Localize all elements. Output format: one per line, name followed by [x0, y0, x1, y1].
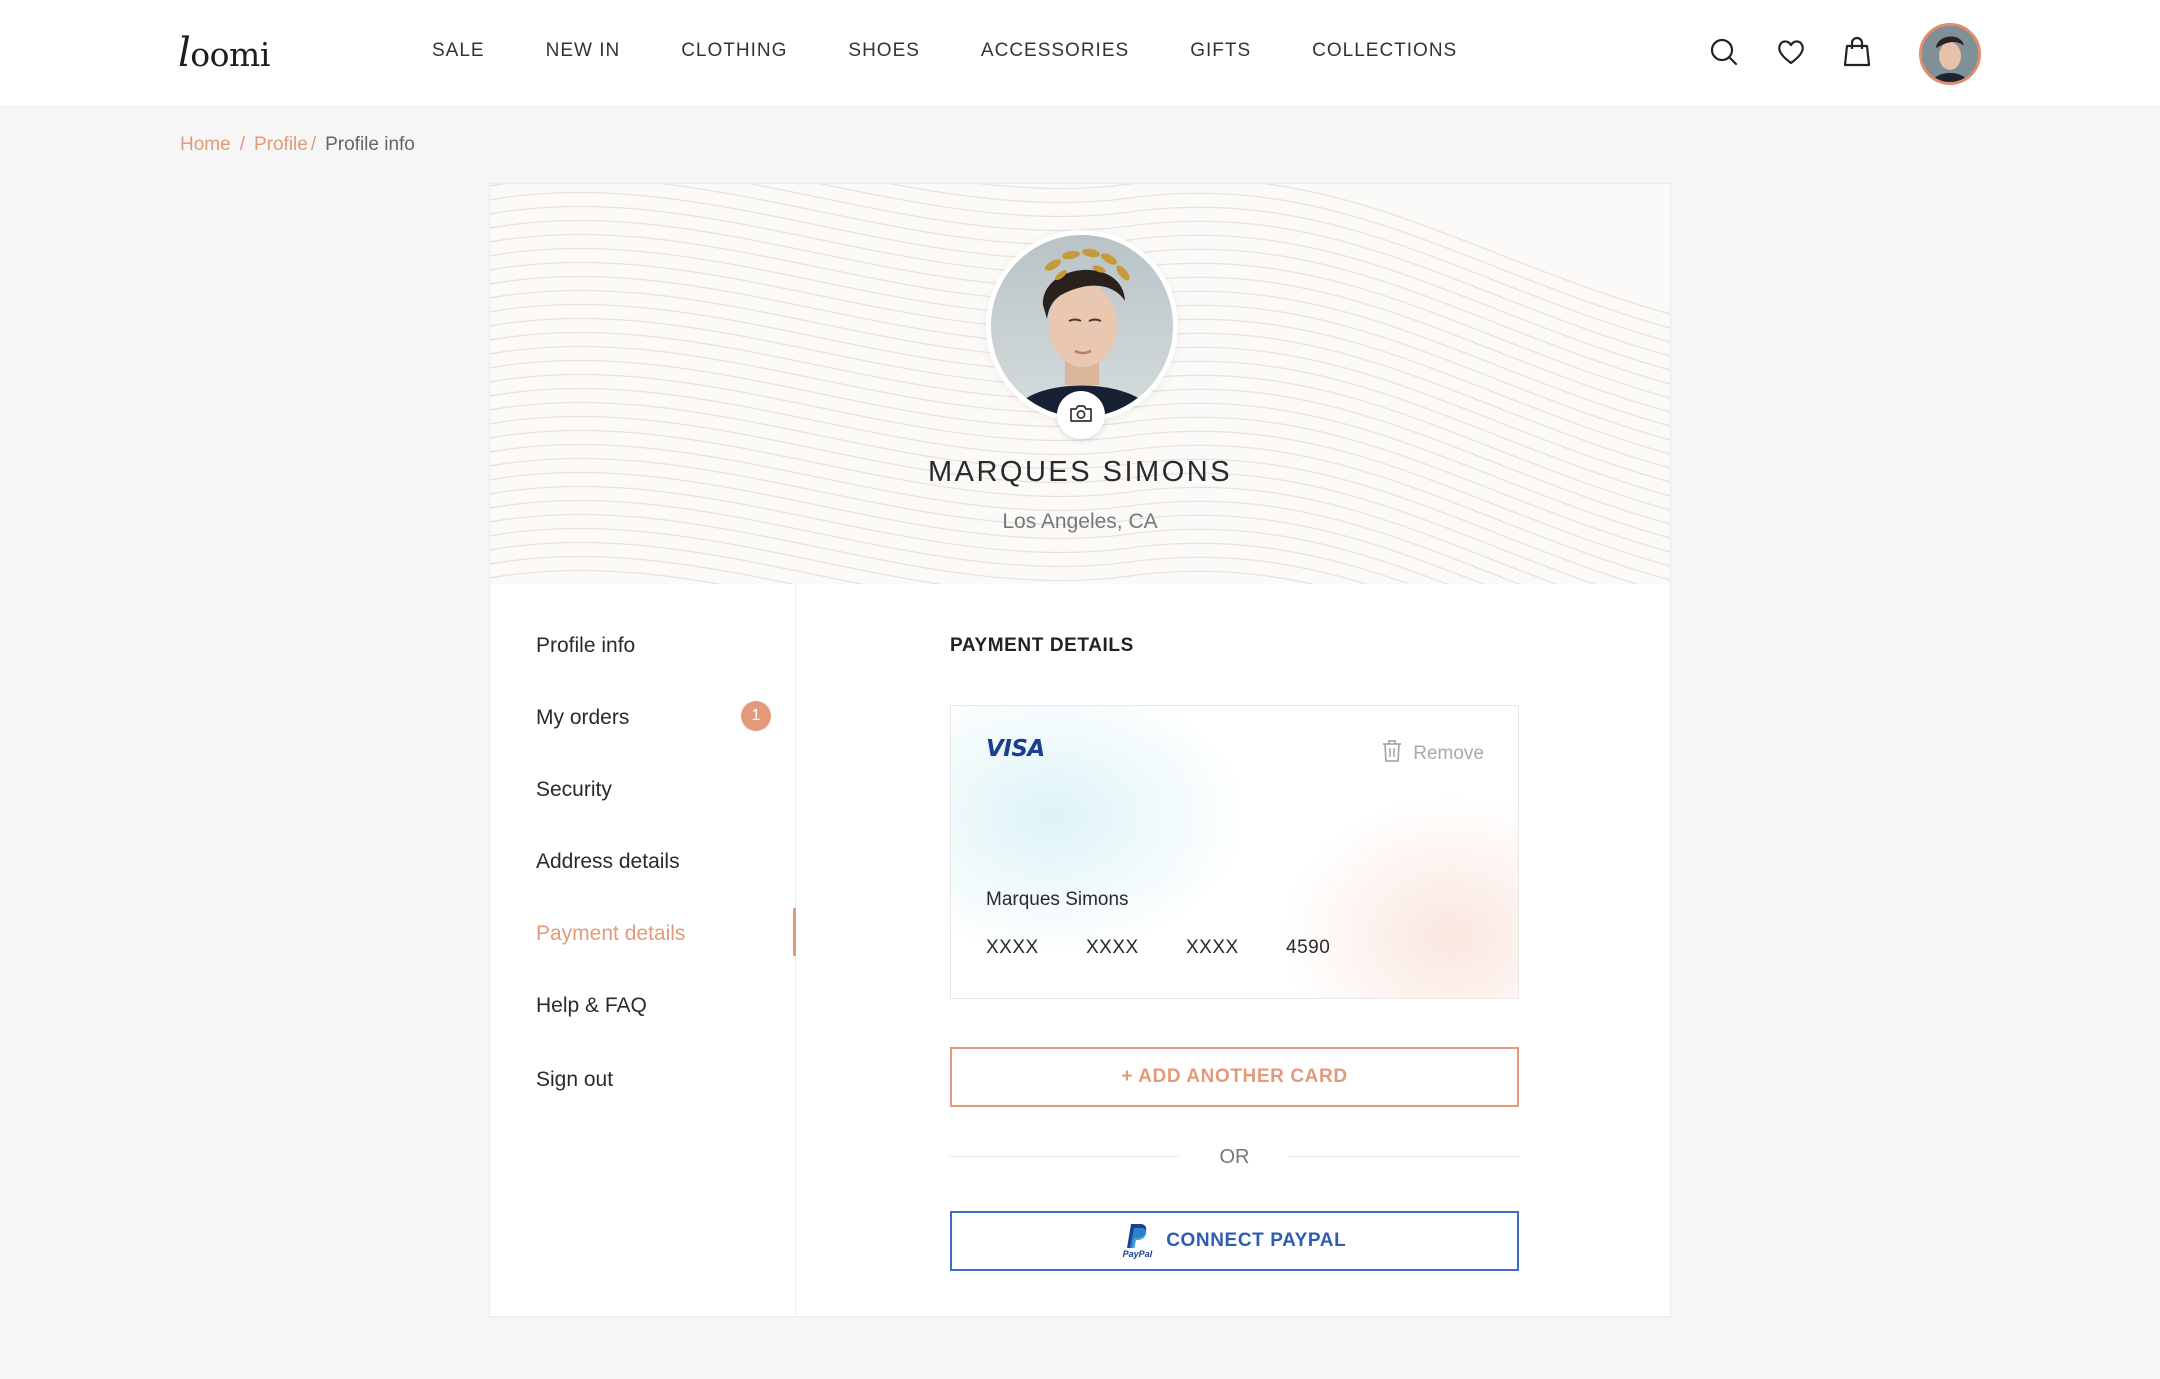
top-header: loomi SALE NEW IN CLOTHING SHOES ACCESSO… [0, 0, 2160, 105]
user-avatar[interactable] [1919, 23, 1981, 85]
wave-line [490, 485, 1411, 584]
trash-icon [1381, 739, 1413, 769]
logo-rest: oomi [190, 35, 270, 74]
divider-right [1288, 1156, 1519, 1157]
bag-icon[interactable] [1842, 35, 1872, 67]
sidebar-item-sign-out[interactable]: Sign out [536, 1068, 613, 1092]
wave-line [490, 415, 1596, 584]
sidebar-item-help-faq[interactable]: Help & FAQ [536, 994, 647, 1018]
profile-card: MARQUES SIMONS Los Angeles, CA Profile i… [489, 183, 1671, 1317]
card-number-last4: 4590 [1286, 937, 1331, 958]
nav-item-new-in[interactable]: NEW IN [546, 40, 621, 62]
orders-count-badge: 1 [741, 701, 771, 731]
visa-logo: VISA [986, 736, 1045, 762]
profile-sidebar: Profile info My orders 1 Security Addres… [490, 584, 796, 1316]
wave-line [490, 569, 723, 584]
saved-card: VISA Remove Marques Simons XXXX XXXX XXX… [950, 705, 1519, 999]
breadcrumb-current: Profile info [325, 134, 415, 155]
sidebar-item-my-orders[interactable]: My orders [536, 706, 629, 730]
profile-name: MARQUES SIMONS [927, 456, 1233, 488]
remove-card-button[interactable]: Remove [1381, 739, 1484, 769]
wave-line [490, 429, 1558, 584]
camera-icon [1069, 403, 1093, 428]
change-photo-button[interactable] [1057, 391, 1105, 439]
brand-logo[interactable]: loomi [178, 30, 270, 76]
card-number-group: XXXX [986, 937, 1039, 958]
connect-paypal-button[interactable]: PayPal CONNECT PAYPAL [950, 1211, 1519, 1271]
paypal-icon: PayPal [1122, 1223, 1153, 1259]
nav-item-sale[interactable]: SALE [432, 40, 485, 62]
nav-item-gifts[interactable]: GIFTS [1190, 40, 1251, 62]
add-card-button[interactable]: + ADD ANOTHER CARD [950, 1047, 1519, 1107]
logo-initial: l [178, 30, 191, 76]
breadcrumb-separator: / [239, 134, 245, 155]
breadcrumb-home[interactable]: Home [180, 134, 231, 156]
card-holder-name: Marques Simons [986, 889, 1129, 910]
active-indicator [793, 908, 796, 956]
nav-item-accessories[interactable]: ACCESSORIES [981, 40, 1129, 62]
connect-paypal-label: CONNECT PAYPAL [1166, 1230, 1347, 1251]
nav-item-clothing[interactable]: CLOTHING [681, 40, 787, 62]
paypal-logo-text: PayPal [1122, 1249, 1153, 1259]
profile-location: Los Angeles, CA [1002, 510, 1158, 533]
wave-line [490, 541, 865, 584]
search-icon[interactable] [1709, 37, 1739, 67]
remove-card-label: Remove [1413, 743, 1484, 764]
sidebar-item-address-details[interactable]: Address details [536, 850, 680, 874]
section-title: PAYMENT DETAILS [950, 635, 1134, 656]
sidebar-item-payment-details[interactable]: Payment details [536, 922, 685, 946]
heart-icon[interactable] [1776, 37, 1806, 67]
or-separator: OR [1219, 1146, 1250, 1168]
nav-item-shoes[interactable]: SHOES [848, 40, 920, 62]
card-number-group: XXXX [1186, 937, 1239, 958]
breadcrumb-separator: / [310, 134, 317, 155]
sidebar-item-security[interactable]: Security [536, 778, 612, 802]
breadcrumb-profile[interactable]: Profile [254, 134, 308, 156]
profile-banner: MARQUES SIMONS Los Angeles, CA [490, 184, 1670, 584]
nav-item-collections[interactable]: COLLECTIONS [1312, 40, 1457, 62]
breadcrumb: Home / Profile / Profile info [180, 134, 415, 156]
main-nav: SALE NEW IN CLOTHING SHOES ACCESSORIES G… [432, 40, 1457, 62]
sidebar-item-profile-info[interactable]: Profile info [536, 634, 635, 658]
card-number-group: XXXX [1086, 937, 1139, 958]
